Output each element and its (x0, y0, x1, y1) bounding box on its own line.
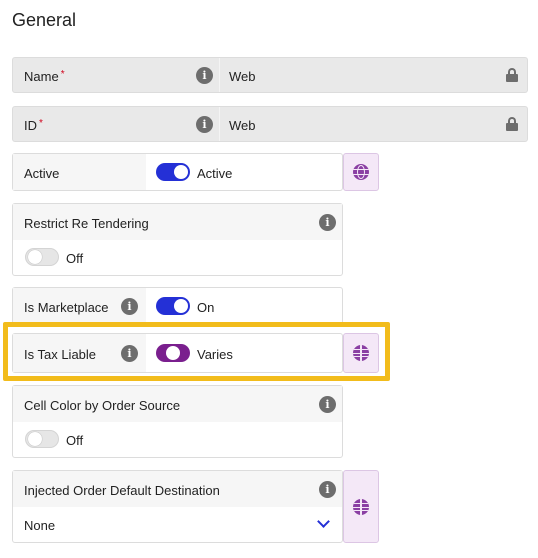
active-field: Active Active (12, 153, 343, 191)
is-tax-liable-field: Is Tax Liable i Varies (12, 333, 343, 373)
info-icon[interactable]: i (319, 396, 336, 413)
tax-toggle[interactable] (156, 344, 190, 362)
globe-icon (353, 345, 369, 361)
name-field: Name * i Web (12, 57, 528, 93)
marketplace-state-text: On (197, 300, 215, 315)
lock-icon (506, 68, 518, 82)
tax-label: Is Tax Liable (24, 347, 97, 362)
restrict-state-text: Off (66, 251, 84, 266)
injected-order-destination-field: Injected Order Default Destination i Non… (12, 470, 343, 543)
active-label: Active (24, 166, 60, 181)
cell-color-field: Cell Color by Order Source i Off (12, 385, 343, 458)
lock-icon (506, 117, 518, 131)
active-toggle[interactable] (156, 163, 190, 181)
info-icon[interactable]: i (121, 298, 138, 315)
restrict-retendering-field: Restrict Re Tendering i Off (12, 203, 343, 276)
store-settings-button[interactable] (343, 153, 379, 191)
id-field: ID * i Web (12, 106, 528, 142)
restrict-label: Restrict Re Tendering (24, 216, 149, 231)
cell-color-toggle[interactable] (25, 430, 59, 448)
store-settings-icon (353, 164, 369, 180)
is-marketplace-field: Is Marketplace i On (12, 287, 343, 325)
marketplace-label: Is Marketplace (24, 300, 109, 315)
info-icon[interactable]: i (196, 67, 213, 84)
info-icon[interactable]: i (319, 481, 336, 498)
global-override-button[interactable] (343, 333, 379, 373)
tax-state-text: Varies (197, 347, 233, 362)
name-value: Web (229, 69, 256, 84)
info-icon[interactable]: i (196, 116, 213, 133)
globe-icon (353, 499, 369, 515)
info-icon[interactable]: i (121, 345, 138, 362)
cell-color-label: Cell Color by Order Source (24, 398, 181, 413)
name-label: Name * (24, 69, 65, 84)
active-state-text: Active (197, 166, 233, 181)
id-label: ID * (24, 118, 43, 133)
chevron-down-icon[interactable] (317, 515, 330, 528)
global-override-button[interactable] (343, 470, 379, 543)
destination-select[interactable]: None (24, 518, 55, 533)
required-mark: * (39, 118, 43, 129)
divider (219, 58, 220, 92)
section-title: General (12, 10, 77, 30)
injected-label: Injected Order Default Destination (24, 483, 220, 498)
divider (219, 107, 220, 141)
cell-color-state-text: Off (66, 433, 84, 448)
restrict-toggle[interactable] (25, 248, 59, 266)
marketplace-toggle[interactable] (156, 297, 190, 315)
id-value: Web (229, 118, 256, 133)
info-icon[interactable]: i (319, 214, 336, 231)
required-mark: * (60, 69, 65, 80)
